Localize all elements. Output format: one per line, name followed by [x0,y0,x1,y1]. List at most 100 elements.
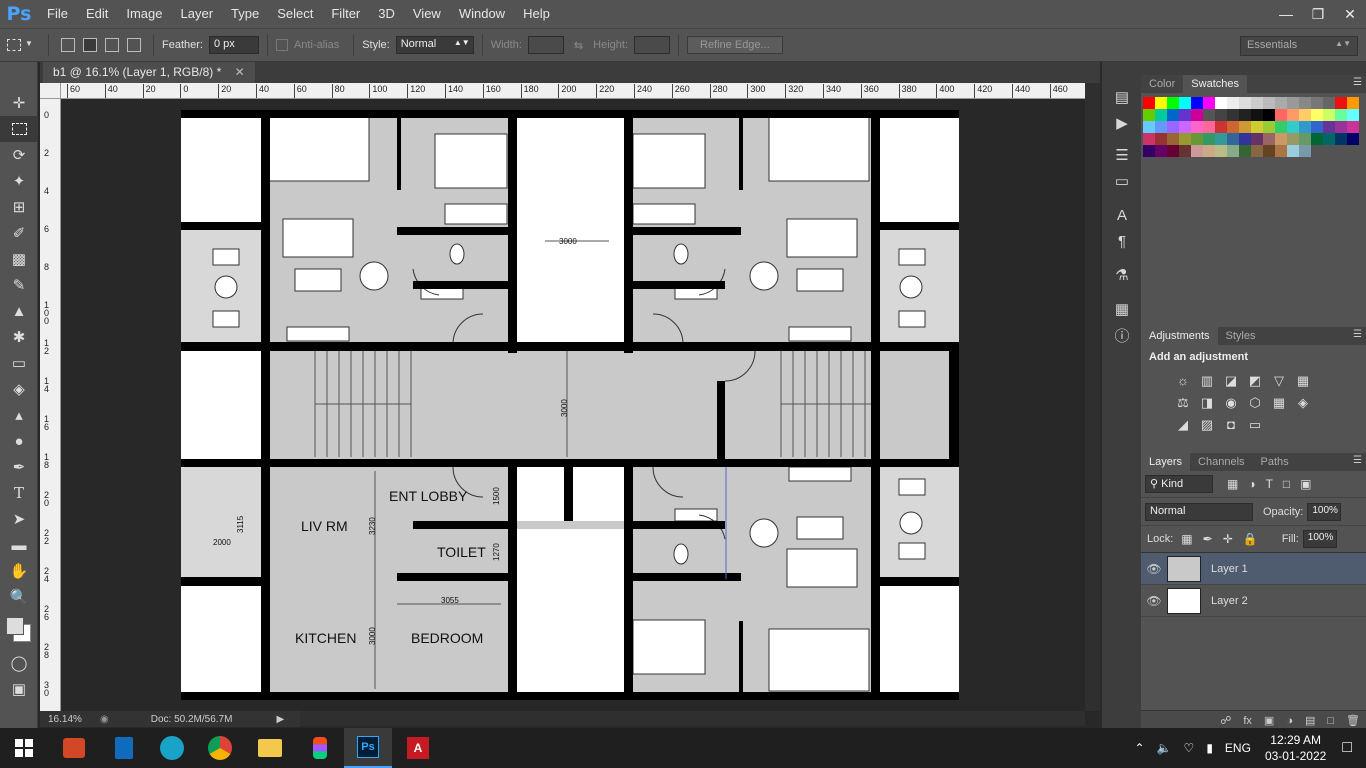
color-swatch[interactable] [1227,145,1239,157]
adjustment-icon[interactable]: ▦ [1291,370,1315,392]
color-swatch[interactable] [1275,121,1287,133]
color-swatch[interactable] [1155,109,1167,121]
color-swatch[interactable] [1251,133,1263,145]
adjustment-icon[interactable]: ▦ [1267,392,1291,414]
vertical-scrollbar[interactable] [1085,83,1100,711]
color-swatch[interactable] [1299,133,1311,145]
layer-name[interactable]: Layer 1 [1211,563,1248,575]
color-swatch[interactable] [1179,109,1191,121]
color-swatch[interactable] [1179,145,1191,157]
width-input[interactable] [527,36,564,54]
color-swatch[interactable] [1251,109,1263,121]
move-tool-icon[interactable]: ✛ [0,90,38,116]
color-swatch[interactable] [1299,145,1311,157]
tab-channels[interactable]: Channels [1190,453,1252,471]
color-swatch[interactable] [1179,97,1191,109]
swap-icon[interactable]: ⇆ [574,39,583,52]
color-swatch[interactable] [1323,133,1335,145]
character-panel-icon[interactable]: A [1102,202,1142,228]
adjustment-icon[interactable]: ⚖ [1171,392,1195,414]
color-swatch[interactable] [1263,97,1275,109]
menu-window[interactable]: Window [450,0,514,28]
color-swatch[interactable] [1347,133,1359,145]
color-swatch[interactable] [1167,109,1179,121]
color-swatch[interactable] [1239,133,1251,145]
color-swatch[interactable] [1191,97,1203,109]
color-swatch[interactable] [1167,97,1179,109]
photoshop-taskbar-icon[interactable]: Ps [344,728,392,768]
color-swatch[interactable] [1335,109,1347,121]
color-swatch[interactable] [1275,97,1287,109]
healing-brush-icon[interactable]: ▩ [0,246,38,272]
adjustment-layer-icon[interactable]: ◑ [1286,715,1293,727]
menu-file[interactable]: File [38,0,77,28]
color-swatch[interactable] [1311,109,1323,121]
link-layers-icon[interactable]: ☍ [1220,714,1231,727]
adjustment-icon[interactable]: ◩ [1243,370,1267,392]
color-swatch[interactable] [1179,133,1191,145]
tool-presets-icon[interactable]: ⚗ [1102,262,1142,288]
color-swatch[interactable] [1203,109,1215,121]
color-swatch[interactable] [1275,145,1287,157]
color-swatch[interactable] [1215,121,1227,133]
color-swatch[interactable] [1191,109,1203,121]
menu-edit[interactable]: Edit [77,0,117,28]
color-swatch[interactable] [1311,97,1323,109]
color-swatch[interactable] [1263,133,1275,145]
color-swatch[interactable] [1323,109,1335,121]
close-tab-icon[interactable]: ✕ [235,65,245,79]
tab-adjustments[interactable]: Adjustments [1141,327,1218,345]
color-swatch[interactable] [1143,133,1155,145]
color-swatch[interactable] [1167,121,1179,133]
adjustment-icon[interactable]: ⬡ [1243,392,1267,414]
height-input[interactable] [634,36,670,54]
battery-icon[interactable]: ▮ [1206,741,1213,755]
panel-menu-icon[interactable]: ☰ [1353,77,1362,88]
adjustment-icon[interactable]: ▥ [1195,370,1219,392]
color-swatch[interactable] [1251,145,1263,157]
color-swatch[interactable] [1239,97,1251,109]
actions-panel-icon[interactable]: ▶ [1102,110,1142,136]
menu-layer[interactable]: Layer [172,0,223,28]
layer-row[interactable]: 👁 Layer 2 [1141,585,1366,617]
color-swatch[interactable] [1155,97,1167,109]
color-swatch[interactable] [1191,133,1203,145]
color-swatch[interactable] [1203,121,1215,133]
fill-input[interactable]: 100% [1302,530,1337,548]
refine-edge-button[interactable]: Refine Edge... [687,36,783,54]
rectangle-tool-icon[interactable]: ▬ [0,532,38,558]
close-icon[interactable]: ✕ [1334,0,1366,28]
color-swatch[interactable] [1227,97,1239,109]
menu-select[interactable]: Select [268,0,322,28]
panel-menu-icon[interactable]: ☰ [1353,455,1362,466]
new-layer-icon[interactable]: □ [1327,715,1334,727]
crop-tool-icon[interactable]: ⊞ [0,194,38,220]
new-selection-icon[interactable] [61,38,75,52]
menu-filter[interactable]: Filter [322,0,369,28]
color-swatch[interactable] [1155,145,1167,157]
color-swatch[interactable] [1311,121,1323,133]
figma-app-icon[interactable] [296,728,344,768]
color-swatch[interactable] [1251,121,1263,133]
color-swatch[interactable] [1323,97,1335,109]
properties-panel-icon[interactable]: ☰ [1102,142,1142,168]
path-selection-icon[interactable]: ➤ [0,506,38,532]
adjustment-icon[interactable]: ☼ [1171,369,1195,391]
color-swatch[interactable] [1227,121,1239,133]
ruler-left[interactable]: 0 2 4 6 8 1 0 0 1 2 1 4 1 6 1 8 2 0 2 2 2 4 2 6 2 8 3 0 [40,99,61,711]
feather-input[interactable]: 0 px [208,36,259,54]
blur-tool-icon[interactable]: ▴ [0,402,38,428]
color-swatch[interactable] [1191,121,1203,133]
zoom-level[interactable]: 16.14% [40,714,90,725]
ruler-corner[interactable] [40,83,61,99]
zoom-tool-icon[interactable]: 🔍 [0,584,38,610]
color-swatch[interactable] [1191,145,1203,157]
tab-styles[interactable]: Styles [1218,327,1264,345]
adjustment-icon[interactable]: ◘ [1219,414,1243,436]
lock-icons[interactable]: ▦✒✛🔒 [1181,532,1267,546]
subtract-selection-icon[interactable] [105,38,119,52]
color-swatch[interactable] [1239,109,1251,121]
intersect-selection-icon[interactable] [127,38,141,52]
adjustment-icon[interactable]: ◈ [1291,392,1315,414]
color-swatch[interactable] [1203,97,1215,109]
